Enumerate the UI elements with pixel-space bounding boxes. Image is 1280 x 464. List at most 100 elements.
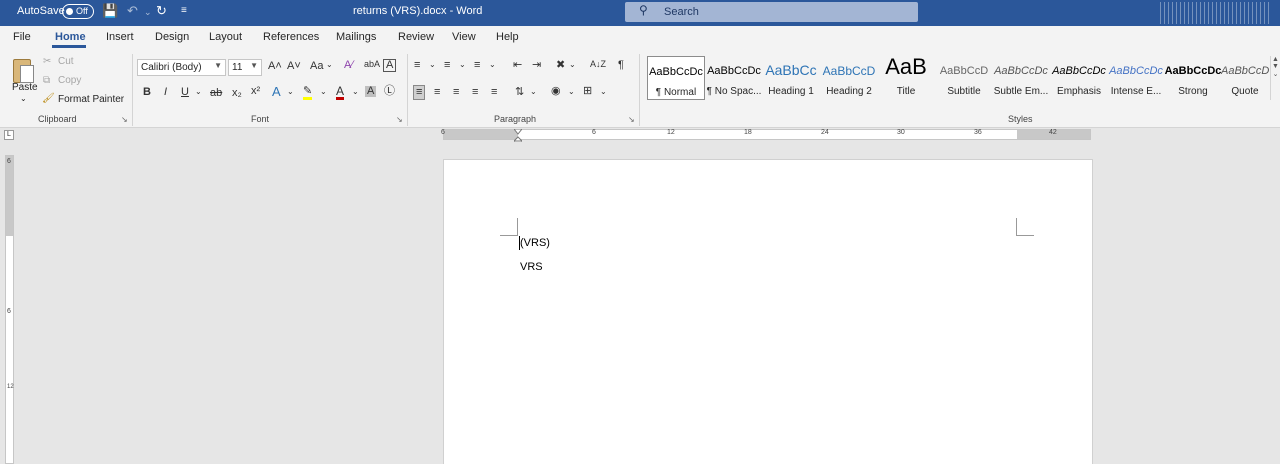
style-emphasis[interactable]: AaBbCcDc Emphasis — [1050, 56, 1108, 100]
tab-references[interactable]: References — [263, 31, 319, 43]
undo-icon[interactable]: ↶ — [127, 3, 138, 19]
copy-button[interactable]: Copy — [58, 75, 81, 86]
tab-insert[interactable]: Insert — [106, 31, 134, 43]
title-decoration — [1160, 2, 1270, 24]
strikethrough-button[interactable]: ab — [210, 88, 222, 99]
chevron-down-icon[interactable]: ⌄ — [489, 61, 496, 69]
text-effects-icon[interactable]: A — [272, 85, 281, 98]
style-name: Heading 1 — [768, 86, 814, 97]
font-color-icon[interactable]: A — [336, 85, 345, 100]
line-spacing-icon[interactable]: ⇅ — [515, 87, 524, 98]
font-launcher-icon[interactable]: ↘ — [396, 115, 403, 124]
chevron-down-icon[interactable]: ⌄ — [320, 88, 327, 96]
show-formatting-icon[interactable]: ¶ — [618, 60, 624, 71]
redo-icon[interactable]: ↻ — [156, 3, 167, 19]
paragraph-launcher-icon[interactable]: ↘ — [628, 115, 635, 124]
bullets-icon[interactable]: ≡ — [414, 60, 420, 71]
style-normal[interactable]: AaBbCcDc ¶ Normal — [647, 56, 705, 100]
chevron-down-icon[interactable]: ⌄ — [287, 88, 294, 96]
horizontal-ruler[interactable]: 6 6 12 18 24 30 36 42 — [441, 129, 1091, 140]
align-right-icon[interactable]: ≡ — [453, 87, 459, 98]
font-family-value: Calibri (Body) — [141, 62, 202, 73]
align-center-icon[interactable]: ≡ — [434, 87, 440, 98]
superscript-button[interactable]: x² — [251, 86, 260, 97]
chevron-down-icon[interactable]: ⌄ — [326, 61, 333, 69]
tab-mailings[interactable]: Mailings — [336, 31, 376, 43]
chevron-down-icon[interactable]: ⌄ — [569, 61, 576, 69]
styles-gallery-scroll[interactable]: ▲ ▼ ⌄ — [1270, 56, 1280, 100]
save-icon[interactable]: 💾 — [102, 3, 118, 19]
tab-help[interactable]: Help — [496, 31, 519, 43]
asian-layout-icon[interactable]: ✖ — [556, 60, 565, 71]
style-title[interactable]: AaB Title — [877, 54, 935, 100]
tab-design[interactable]: Design — [155, 31, 189, 43]
tab-file[interactable]: File — [13, 31, 31, 43]
decrease-indent-icon[interactable]: ⇤ — [513, 60, 522, 71]
grow-font-button[interactable]: A˄ — [268, 61, 282, 72]
style-name: Emphasis — [1057, 86, 1101, 97]
shading-icon[interactable]: ◉ — [551, 86, 561, 97]
vertical-ruler[interactable]: 6 6 12 — [5, 155, 14, 464]
align-left-icon[interactable]: ≡ — [413, 85, 426, 100]
document-page[interactable]: (VRS) VRS — [443, 159, 1093, 464]
style-intense-emphasis[interactable]: AaBbCcDc Intense E... — [1107, 56, 1165, 100]
style-preview: AaBbCcDc — [1164, 65, 1222, 77]
chevron-down-icon[interactable]: ⌄ — [352, 88, 359, 96]
undo-dropdown-icon[interactable]: ⌄ — [144, 7, 152, 18]
ruler-number: 12 — [7, 384, 14, 390]
font-size-dropdown[interactable]: 11 ▼ — [228, 59, 262, 76]
change-case-button[interactable]: Aa — [310, 61, 323, 72]
tab-view[interactable]: View — [452, 31, 476, 43]
chevron-down-icon[interactable]: ⌄ — [530, 88, 537, 96]
search-box[interactable]: ⚲ Search — [625, 2, 918, 22]
cut-button[interactable]: Cut — [58, 56, 74, 67]
justify-icon[interactable]: ≡ — [472, 87, 478, 98]
tab-layout[interactable]: Layout — [209, 31, 242, 43]
character-border-icon[interactable]: A — [383, 59, 397, 72]
document-line[interactable]: (VRS) — [520, 237, 550, 249]
multilevel-list-icon[interactable]: ≡ — [474, 60, 480, 71]
tab-selector[interactable]: L — [4, 130, 14, 140]
clipboard-group-label: Clipboard — [38, 114, 77, 124]
underline-button[interactable]: U — [181, 87, 189, 98]
sort-icon[interactable]: A↓Z — [590, 60, 606, 69]
clipboard-launcher-icon[interactable]: ↘ — [121, 115, 128, 124]
character-shading-icon[interactable]: A — [365, 86, 377, 97]
chevron-down-icon[interactable]: ⌄ — [429, 61, 436, 69]
customize-toolbar-icon[interactable]: ≡ — [181, 5, 187, 16]
format-painter-button[interactable]: Format Painter — [58, 94, 124, 105]
tab-review[interactable]: Review — [398, 31, 434, 43]
distributed-icon[interactable]: ≡ — [491, 87, 497, 98]
style-no-spacing[interactable]: AaBbCcDc ¶ No Spac... — [705, 56, 763, 100]
chevron-down-icon[interactable]: ⌄ — [600, 88, 607, 96]
borders-icon[interactable]: ⊞ — [583, 86, 592, 97]
document-line[interactable]: VRS — [520, 261, 543, 273]
increase-indent-icon[interactable]: ⇥ — [532, 60, 541, 71]
chevron-down-icon[interactable]: ⌄ — [195, 88, 202, 96]
subscript-button[interactable]: x₂ — [232, 88, 242, 99]
numbering-icon[interactable]: ≡ — [444, 60, 450, 71]
chevron-down-icon[interactable]: ⌄ — [459, 61, 466, 69]
highlight-color-icon[interactable]: ✎ — [303, 86, 313, 100]
enclose-characters-icon[interactable]: Ⓛ — [384, 86, 395, 97]
phonetic-guide-icon[interactable]: abА — [364, 60, 380, 69]
autosave-toggle[interactable]: Off — [62, 4, 94, 19]
clear-formatting-icon[interactable]: A∕ — [344, 60, 353, 71]
bold-button[interactable]: B — [143, 87, 151, 98]
style-heading-2[interactable]: AaBbCcD Heading 2 — [820, 56, 878, 100]
italic-button[interactable]: I — [164, 87, 167, 98]
copy-icon: ⧉ — [43, 75, 51, 86]
style-subtitle[interactable]: AaBbCcD Subtitle — [935, 56, 993, 100]
tab-home[interactable]: Home — [55, 31, 86, 43]
style-strong[interactable]: AaBbCcDc Strong — [1164, 56, 1222, 100]
ruler-number: 6 — [592, 129, 596, 136]
style-subtle-emphasis[interactable]: AaBbCcDc Subtle Em... — [992, 56, 1050, 100]
font-family-dropdown[interactable]: Calibri (Body) ▼ — [137, 59, 226, 76]
paste-button[interactable]: Paste — [12, 82, 38, 93]
chevron-down-icon[interactable]: ⌄ — [568, 88, 575, 96]
paste-dropdown-icon[interactable]: ⌄ — [20, 94, 27, 103]
shrink-font-button[interactable]: A˅ — [287, 61, 301, 72]
paste-icon[interactable] — [13, 56, 35, 84]
style-quote[interactable]: AaBbCcDc Quote — [1221, 56, 1269, 100]
style-heading-1[interactable]: AaBbCc Heading 1 — [762, 56, 820, 100]
